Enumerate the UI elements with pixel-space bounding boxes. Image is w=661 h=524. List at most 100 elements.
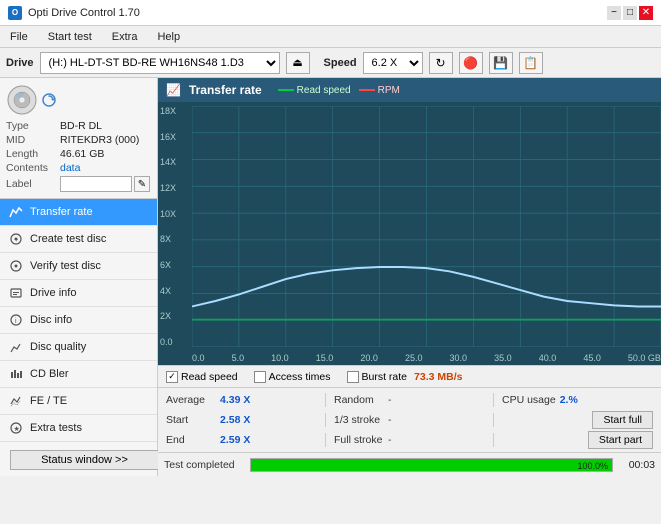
stats-row-1: Average 4.39 X Random - CPU usage 2.% — [166, 390, 653, 410]
avg-stat-group: Average 4.39 X — [166, 394, 317, 406]
menu-file[interactable]: File — [4, 29, 34, 45]
progress-bar-fill — [251, 459, 612, 471]
status-window-button[interactable]: Status window >> — [10, 450, 159, 470]
disc-label-label: Label — [6, 178, 60, 190]
disc-refresh-icon[interactable] — [42, 93, 56, 107]
disc-length-value: 46.61 GB — [60, 148, 104, 160]
chart-legend: Read speed RPM — [278, 85, 400, 96]
legend-read-speed-label: Read speed — [297, 85, 351, 96]
speed-select[interactable]: 6.2 X Max 4.0 X 2.0 X — [363, 52, 423, 74]
nav-item-create-test-disc[interactable]: + Create test disc — [0, 226, 157, 253]
third-label: 1/3 stroke — [334, 414, 384, 426]
nav-item-drive-info[interactable]: Drive info — [0, 280, 157, 307]
disc-mid-value: RITEKDR3 (000) — [60, 134, 139, 146]
tool-btn-3[interactable]: 📋 — [519, 52, 543, 74]
disc-panel: Type BD-R DL MID RITEKDR3 (000) Length 4… — [0, 78, 157, 199]
y-label-6x: 6X — [160, 260, 190, 270]
cpu-stat-group: CPU usage 2.% — [502, 394, 653, 406]
y-label-16x: 16X — [160, 132, 190, 142]
y-label-4x: 4X — [160, 286, 190, 296]
y-label-10x: 10X — [160, 209, 190, 219]
title-bar: O Opti Drive Control 1.70 − □ ✕ — [0, 0, 661, 26]
nav-item-cd-bler[interactable]: CD Bler — [0, 361, 157, 388]
nav-label-create-test-disc: Create test disc — [30, 233, 106, 245]
maximize-button[interactable]: □ — [623, 6, 637, 20]
disc-length-label: Length — [6, 148, 60, 160]
minimize-button[interactable]: − — [607, 6, 621, 20]
tool-btn-1[interactable]: 🔴 — [459, 52, 483, 74]
x-label-30: 30.0 — [450, 353, 468, 363]
drive-select[interactable]: (H:) HL-DT-ST BD-RE WH16NS48 1.D3 — [40, 52, 280, 74]
tool-btn-2[interactable]: 💾 — [489, 52, 513, 74]
y-label-8x: 8X — [160, 234, 190, 244]
start-full-button[interactable]: Start full — [592, 411, 653, 429]
burst-rate-legend-label: Burst rate — [362, 371, 408, 383]
create-test-disc-icon: + — [8, 231, 24, 247]
drive-bar: Drive (H:) HL-DT-ST BD-RE WH16NS48 1.D3 … — [0, 48, 661, 78]
read-speed-checkbox[interactable]: ✓ — [166, 371, 178, 383]
nav-label-cd-bler: CD Bler — [30, 368, 69, 380]
stat-sep-4 — [493, 413, 494, 427]
menu-start-test[interactable]: Start test — [42, 29, 98, 45]
x-label-5: 5.0 — [232, 353, 245, 363]
disc-svg-icon — [6, 84, 38, 116]
access-times-checkbox[interactable] — [254, 371, 266, 383]
stat-sep-1 — [325, 393, 326, 407]
nav-item-verify-test-disc[interactable]: Verify test disc — [0, 253, 157, 280]
legend-rpm-label: RPM — [378, 85, 400, 96]
start-part-button[interactable]: Start part — [588, 431, 653, 449]
y-label-18x: 18X — [160, 106, 190, 116]
random-value: - — [388, 394, 424, 406]
disc-type-value: BD-R DL — [60, 120, 102, 132]
start-stat-group: Start 2.58 X — [166, 414, 317, 426]
read-speed-legend-label: Read speed — [181, 371, 238, 383]
disc-mid-label: MID — [6, 134, 60, 146]
progress-percent: 100.0% — [577, 459, 608, 473]
avg-label: Average — [166, 394, 216, 406]
chart-area: 18X 16X 14X 12X 10X 8X 6X 4X 2X 0.0 — [158, 102, 661, 365]
disc-contents-value[interactable]: data — [60, 162, 80, 174]
end-stat-group: End 2.59 X — [166, 434, 317, 446]
progress-status: Test completed — [164, 459, 244, 471]
nav-item-extra-tests[interactable]: ★ Extra tests — [0, 415, 157, 442]
nav-item-disc-quality[interactable]: Disc quality — [0, 334, 157, 361]
nav-label-disc-quality: Disc quality — [30, 341, 86, 353]
nav-item-disc-info[interactable]: i Disc info — [0, 307, 157, 334]
nav-label-disc-info: Disc info — [30, 314, 72, 326]
eject-button[interactable]: ⏏ — [286, 52, 310, 74]
x-label-40: 40.0 — [539, 353, 557, 363]
disc-label-button[interactable]: ✎ — [134, 176, 150, 192]
progress-time: 00:03 — [619, 459, 655, 471]
stat-sep-6 — [493, 433, 494, 447]
main-layout: Type BD-R DL MID RITEKDR3 (000) Length 4… — [0, 78, 661, 476]
avg-value: 4.39 X — [220, 394, 256, 406]
nav-item-fe-te[interactable]: FE / TE — [0, 388, 157, 415]
x-label-10: 10.0 — [271, 353, 289, 363]
x-label-20: 20.0 — [360, 353, 378, 363]
disc-label-input[interactable] — [60, 176, 132, 192]
nav-label-drive-info: Drive info — [30, 287, 76, 299]
nav-item-transfer-rate[interactable]: Transfer rate — [0, 199, 157, 226]
close-button[interactable]: ✕ — [639, 6, 653, 20]
menu-extra[interactable]: Extra — [106, 29, 144, 45]
chart-svg — [192, 106, 661, 347]
stat-sep-3 — [325, 413, 326, 427]
disc-icon — [6, 84, 38, 116]
full-value: - — [388, 434, 424, 446]
menu-help[interactable]: Help — [151, 29, 186, 45]
burst-rate-value: 73.3 MB/s — [414, 371, 462, 383]
x-label-15: 15.0 — [316, 353, 334, 363]
stat-sep-5 — [325, 433, 326, 447]
verify-test-disc-icon — [8, 258, 24, 274]
progress-area: Test completed 100.0% 00:03 — [158, 452, 661, 476]
x-label-35: 35.0 — [494, 353, 512, 363]
progress-bar-background: 100.0% — [250, 458, 613, 472]
refresh-button[interactable]: ↻ — [429, 52, 453, 74]
random-stat-group: Random - — [334, 394, 485, 406]
svg-text:★: ★ — [14, 425, 20, 433]
stats-row-3: End 2.59 X Full stroke - Start part — [166, 430, 653, 450]
y-label-14x: 14X — [160, 157, 190, 167]
burst-rate-checkbox[interactable] — [347, 371, 359, 383]
bottom-legend: ✓ Read speed Access times Burst rate 73.… — [158, 365, 661, 387]
title-controls: − □ ✕ — [607, 6, 653, 20]
